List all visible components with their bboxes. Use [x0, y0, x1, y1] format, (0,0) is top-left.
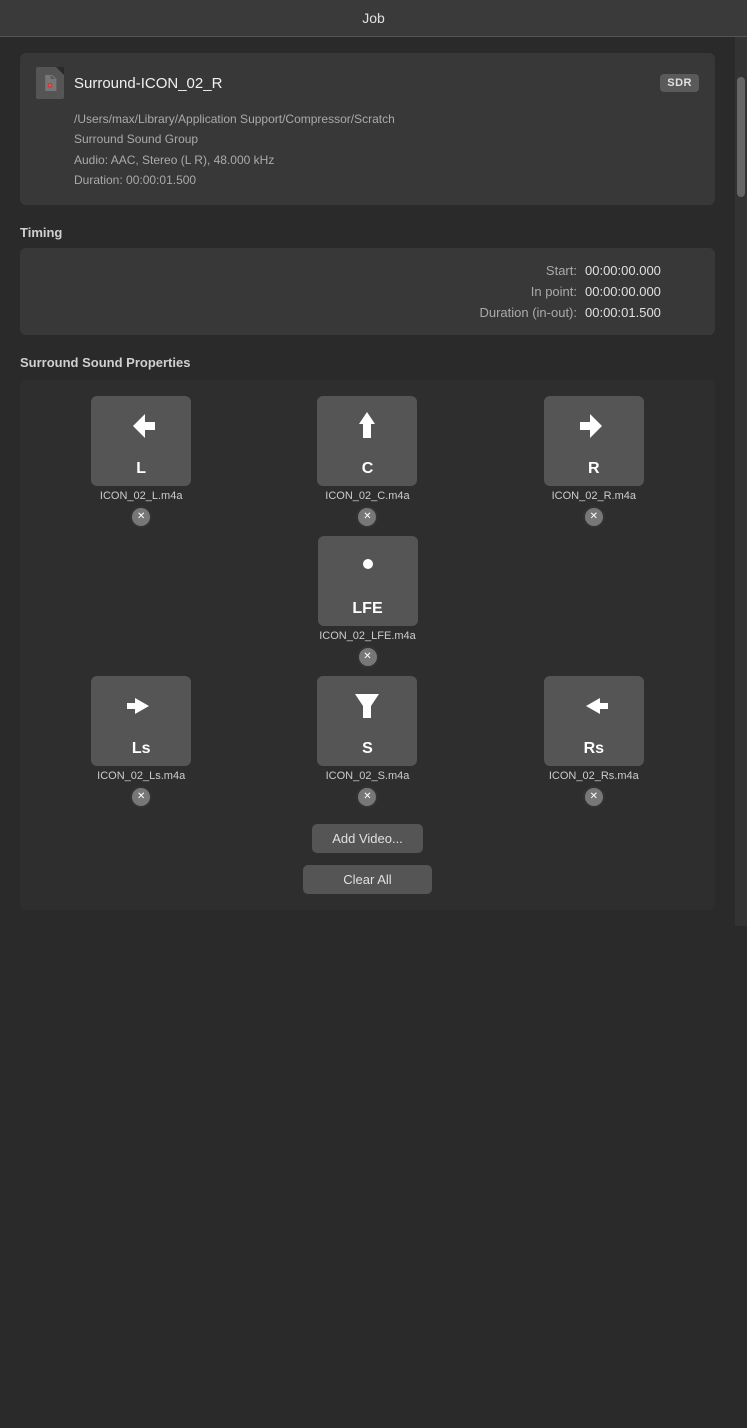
surround-panel: L ICON_02_L.m4a C	[20, 380, 715, 910]
channel-S: S ICON_02_S.m4a	[262, 676, 472, 808]
timing-panel: Start: 00:00:00.000 In point: 00:00:00.0…	[20, 248, 715, 335]
channel-R-icon	[576, 408, 612, 449]
channel-Ls-filename: ICON_02_Ls.m4a	[97, 770, 185, 782]
channel-R-remove[interactable]	[583, 506, 605, 528]
title-bar: Job	[0, 0, 747, 37]
channel-R: R ICON_02_R.m4a	[489, 396, 699, 528]
title-label: Job	[362, 10, 385, 26]
channel-LFE-icon	[352, 548, 384, 585]
sdr-badge: SDR	[660, 74, 699, 92]
channel-S-filename: ICON_02_S.m4a	[326, 770, 410, 782]
channel-LFE-remove[interactable]	[357, 646, 379, 668]
timing-heading: Timing	[20, 225, 715, 240]
timing-row-start: Start: 00:00:00.000	[40, 260, 695, 281]
file-duration: Duration: 00:00:01.500	[74, 170, 699, 190]
file-name: Surround-ICON_02_R	[74, 75, 222, 92]
file-group: Surround Sound Group	[74, 129, 699, 149]
channel-Rs-remove[interactable]	[583, 786, 605, 808]
channel-LFE-filename: ICON_02_LFE.m4a	[319, 630, 416, 642]
clear-all-button[interactable]: Clear All	[303, 865, 431, 894]
file-path: /Users/max/Library/Application Support/C…	[74, 109, 699, 129]
channel-Ls: Ls ICON_02_Ls.m4a	[36, 676, 246, 808]
channel-L-remove[interactable]	[130, 506, 152, 528]
file-icon	[36, 67, 64, 99]
timing-row-duration: Duration (in-out): 00:00:01.500	[40, 302, 695, 323]
add-video-button[interactable]: Add Video...	[312, 824, 423, 853]
timing-row-inpoint: In point: 00:00:00.000	[40, 281, 695, 302]
channel-L-icon	[123, 408, 159, 449]
channel-C-icon	[351, 408, 383, 449]
channel-Rs: Rs ICON_02_Rs.m4a	[489, 676, 699, 808]
scrollbar-track[interactable]	[735, 37, 747, 926]
scrollbar-thumb[interactable]	[737, 77, 745, 197]
file-card: Surround-ICON_02_R SDR /Users/max/Librar…	[20, 53, 715, 205]
channel-S-icon	[351, 688, 383, 729]
surround-heading: Surround Sound Properties	[20, 355, 715, 370]
channel-L-filename: ICON_02_L.m4a	[100, 490, 183, 502]
channel-Ls-icon	[123, 688, 159, 729]
channel-Ls-remove[interactable]	[130, 786, 152, 808]
channel-Rs-icon	[576, 688, 612, 729]
channel-S-remove[interactable]	[356, 786, 378, 808]
channel-L: L ICON_02_L.m4a	[36, 396, 246, 528]
channel-C-remove[interactable]	[356, 506, 378, 528]
file-audio: Audio: AAC, Stereo (L R), 48.000 kHz	[74, 150, 699, 170]
channel-Rs-filename: ICON_02_Rs.m4a	[549, 770, 639, 782]
channel-C-filename: ICON_02_C.m4a	[325, 490, 409, 502]
channel-C: C ICON_02_C.m4a	[262, 396, 472, 528]
channel-R-filename: ICON_02_R.m4a	[552, 490, 636, 502]
channel-LFE: LFE ICON_02_LFE.m4a	[318, 536, 418, 668]
